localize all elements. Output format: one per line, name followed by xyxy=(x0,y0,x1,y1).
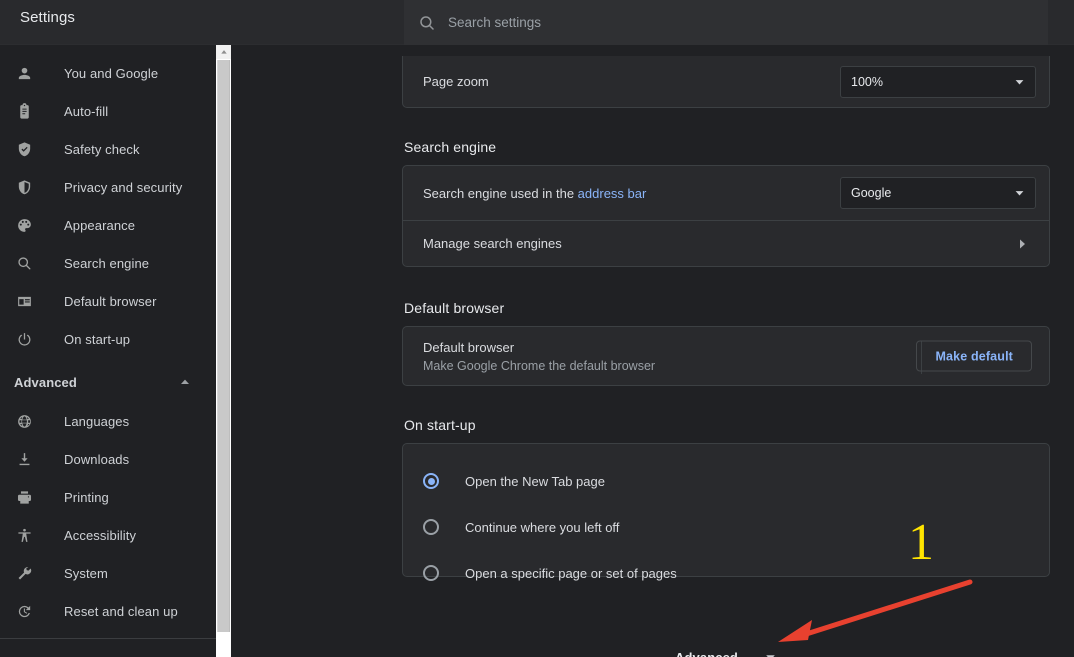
search-engine-used-text: Search engine used in the xyxy=(423,185,578,201)
startup-option-label: Continue where you left off xyxy=(465,519,620,535)
search-settings-bar[interactable] xyxy=(404,0,1048,45)
chevron-down-icon xyxy=(764,651,777,657)
search-engine-section-title: Search engine xyxy=(404,139,497,155)
scrollbar-thumb[interactable] xyxy=(217,60,230,632)
on-startup-section: On start-up Open the New Tab page Contin… xyxy=(402,417,1050,581)
radio-button-icon[interactable] xyxy=(423,519,439,535)
on-startup-section-title: On start-up xyxy=(404,417,476,433)
make-default-button[interactable]: Make default xyxy=(916,340,1032,372)
radio-button-selected-icon[interactable] xyxy=(423,473,439,489)
globe-icon xyxy=(14,411,34,431)
printer-icon xyxy=(14,487,34,507)
sidebar-item-label: Reset and clean up xyxy=(64,603,178,619)
sidebar-item-printing[interactable]: Printing xyxy=(0,478,216,516)
browser-window-icon xyxy=(14,291,34,311)
wrench-icon xyxy=(14,563,34,583)
page-zoom-label: Page zoom xyxy=(423,74,489,89)
sidebar-item-safety-check[interactable]: Safety check xyxy=(0,130,216,168)
sidebar-group-advanced[interactable]: Advanced xyxy=(0,362,216,402)
startup-option-new-tab[interactable]: Open the New Tab page xyxy=(403,458,1049,504)
sidebar-item-label: You and Google xyxy=(64,65,159,81)
default-browser-card: Default browser Make Google Chrome the d… xyxy=(402,326,1050,386)
sidebar-item-label: Accessibility xyxy=(64,527,137,543)
sidebar-item-you-and-google[interactable]: You and Google xyxy=(0,54,216,92)
search-engine-select[interactable]: Google xyxy=(840,177,1036,209)
sidebar-item-system[interactable]: System xyxy=(0,554,216,592)
search-engine-card: Search engine used in the address bar Go… xyxy=(402,165,1050,267)
sidebar: You and Google Auto-fill Safety check Pr… xyxy=(0,45,216,657)
sidebar-item-search-engine[interactable]: Search engine xyxy=(0,244,216,282)
radio-button-icon[interactable] xyxy=(423,565,439,581)
manage-search-engines-row[interactable]: Manage search engines xyxy=(403,220,1049,266)
startup-option-label: Open the New Tab page xyxy=(465,473,605,489)
appearance-card: Page zoom 100% xyxy=(402,56,1050,108)
search-engine-used-row[interactable]: Search engine used in the address bar Go… xyxy=(403,166,1049,220)
settings-column: Page zoom 100% Search engine Search engi… xyxy=(402,45,1050,657)
power-icon xyxy=(14,329,34,349)
sidebar-item-downloads[interactable]: Downloads xyxy=(0,440,216,478)
sidebar-item-languages[interactable]: Languages xyxy=(0,402,216,440)
search-engine-value: Google xyxy=(851,186,892,200)
chevron-down-icon xyxy=(1014,76,1025,87)
download-icon xyxy=(14,449,34,469)
chevron-up-icon xyxy=(179,376,191,388)
search-icon xyxy=(418,14,436,32)
accessibility-icon xyxy=(14,525,34,545)
scroll-up-arrow-icon[interactable] xyxy=(216,45,231,59)
sidebar-item-privacy-and-security[interactable]: Privacy and security xyxy=(0,168,216,206)
top-bar: Settings xyxy=(0,0,1074,45)
shield-half-icon xyxy=(14,177,34,197)
magnifier-icon xyxy=(14,253,34,273)
sidebar-item-label: Appearance xyxy=(64,217,136,233)
startup-option-continue[interactable]: Continue where you left off xyxy=(403,504,1049,550)
sidebar-item-label: Safety check xyxy=(64,141,140,157)
sidebar-item-label: Privacy and security xyxy=(64,179,183,195)
search-input[interactable] xyxy=(448,7,1048,38)
sidebar-item-label: On start-up xyxy=(64,331,131,347)
sidebar-scrollbar[interactable] xyxy=(216,45,231,657)
search-engine-section: Search engine Search engine used in the … xyxy=(402,139,1050,267)
startup-option-label: Open a specific page or set of pages xyxy=(465,565,677,581)
chevron-right-icon xyxy=(1017,238,1027,250)
default-browser-sublabel: Make Google Chrome the default browser xyxy=(423,359,656,373)
sidebar-item-label: Search engine xyxy=(64,255,150,271)
page-title: Settings xyxy=(20,9,75,26)
history-restore-icon xyxy=(14,601,34,621)
sidebar-item-label: Languages xyxy=(64,413,130,429)
page-zoom-value: 100% xyxy=(851,74,883,89)
sidebar-item-reset-and-clean-up[interactable]: Reset and clean up xyxy=(0,592,216,630)
manage-search-engines-label: Manage search engines xyxy=(423,236,562,251)
sidebar-item-default-browser[interactable]: Default browser xyxy=(0,282,216,320)
sidebar-group-label: Advanced xyxy=(14,374,77,390)
sidebar-item-label: System xyxy=(64,565,108,581)
sidebar-item-accessibility[interactable]: Accessibility xyxy=(0,516,216,554)
on-startup-card: Open the New Tab page Continue where you… xyxy=(402,443,1050,581)
sidebar-item-appearance[interactable]: Appearance xyxy=(0,206,216,244)
startup-option-specific-page[interactable]: Open a specific page or set of pages xyxy=(403,550,1049,596)
sidebar-item-label: Default browser xyxy=(64,293,157,309)
clipboard-icon xyxy=(14,101,34,121)
settings-content: Page zoom 100% Search engine Search engi… xyxy=(231,45,1074,657)
advanced-toggle-label: Advanced xyxy=(675,649,738,657)
person-icon xyxy=(14,63,34,83)
sidebar-item-label: Printing xyxy=(64,489,109,505)
settings-page: Settings You and Google Auto-fill xyxy=(0,0,1074,657)
sidebar-item-on-start-up[interactable]: On start-up xyxy=(0,320,216,358)
default-browser-row: Default browser Make Google Chrome the d… xyxy=(403,327,1049,385)
sidebar-item-label: Auto-fill xyxy=(64,103,109,119)
sidebar-divider xyxy=(0,638,216,639)
default-browser-section: Default browser Default browser Make Goo… xyxy=(402,300,1050,386)
address-bar-link[interactable]: address bar xyxy=(578,186,647,201)
search-engine-used-label: Search engine used in the address bar xyxy=(423,186,646,201)
palette-icon xyxy=(14,215,34,235)
page-zoom-row[interactable]: Page zoom 100% xyxy=(403,56,1049,107)
chevron-down-icon xyxy=(1014,188,1025,199)
sidebar-item-auto-fill[interactable]: Auto-fill xyxy=(0,92,216,130)
advanced-toggle-button[interactable]: Advanced xyxy=(402,637,1050,657)
default-browser-label: Default browser xyxy=(423,340,515,355)
sidebar-item-label: Downloads xyxy=(64,451,130,467)
shield-check-icon xyxy=(14,139,34,159)
default-browser-section-title: Default browser xyxy=(404,300,505,316)
page-zoom-select[interactable]: 100% xyxy=(840,65,1036,98)
